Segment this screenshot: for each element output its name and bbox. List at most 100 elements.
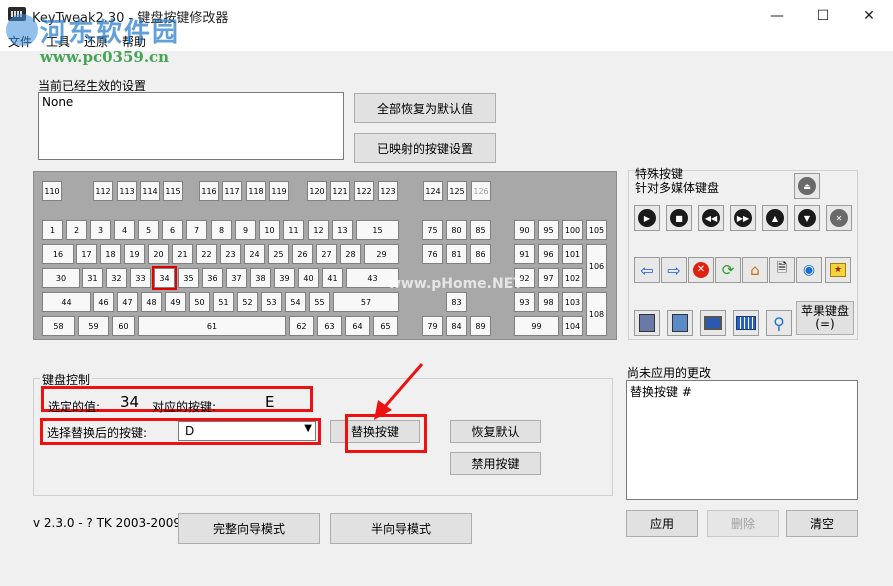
key-26[interactable]: 26 (292, 244, 313, 264)
restore-default-button[interactable]: 恢复默认 (450, 420, 541, 443)
key-37[interactable]: 37 (226, 268, 247, 288)
key-22[interactable]: 22 (196, 244, 217, 264)
key-121[interactable]: 121 (330, 181, 350, 201)
key-90[interactable]: 90 (514, 220, 535, 240)
browser-refresh-button[interactable]: ⟳ (715, 257, 741, 283)
apply-button[interactable]: 应用 (626, 510, 698, 537)
key-120[interactable]: 120 (307, 181, 327, 201)
browser-search-button[interactable]: 🗎 (769, 257, 795, 283)
key-13[interactable]: 13 (332, 220, 353, 240)
key-54[interactable]: 54 (285, 292, 306, 312)
key-52[interactable]: 52 (237, 292, 258, 312)
minimize-button[interactable]: — (754, 0, 800, 31)
browser-home-button[interactable]: ⌂ (742, 257, 768, 283)
browser-stop-button[interactable]: ✕ (688, 257, 714, 283)
key-23[interactable]: 23 (220, 244, 241, 264)
calculator-button[interactable] (733, 310, 759, 336)
key-61[interactable]: 61 (138, 316, 286, 336)
key-31[interactable]: 31 (82, 268, 103, 288)
apple-keyboard-button[interactable]: 苹果键盘 (=) (796, 301, 854, 335)
key-95[interactable]: 95 (538, 220, 559, 240)
key-59[interactable]: 59 (78, 316, 109, 336)
key-16[interactable]: 16 (42, 244, 74, 264)
key-101[interactable]: 101 (562, 244, 583, 264)
media-play-button[interactable]: ▶ (634, 205, 660, 231)
browser-back-button[interactable]: ⇦ (634, 257, 660, 283)
key-46[interactable]: 46 (93, 292, 114, 312)
pending-changes-box[interactable]: 替换按键 # (626, 380, 858, 500)
mute-button[interactable]: ✕ (826, 205, 852, 231)
key-19[interactable]: 19 (124, 244, 145, 264)
key-4[interactable]: 4 (114, 220, 135, 240)
browser-forward-button[interactable]: ⇨ (661, 257, 687, 283)
key-34[interactable]: 34 (152, 266, 177, 290)
key-27[interactable]: 27 (316, 244, 337, 264)
key-5[interactable]: 5 (138, 220, 159, 240)
key-81[interactable]: 81 (446, 244, 467, 264)
key-112[interactable]: 112 (93, 181, 113, 201)
key-60[interactable]: 60 (112, 316, 135, 336)
key-62[interactable]: 62 (289, 316, 314, 336)
key-36[interactable]: 36 (202, 268, 223, 288)
eject-button[interactable]: ⏏ (794, 173, 820, 199)
key-122[interactable]: 122 (354, 181, 374, 201)
close-button[interactable]: ✕ (846, 0, 892, 31)
key-33[interactable]: 33 (130, 268, 151, 288)
key-91[interactable]: 91 (514, 244, 535, 264)
media-next-button[interactable]: ▶▶ (730, 205, 756, 231)
key-118[interactable]: 118 (246, 181, 266, 201)
key-100[interactable]: 100 (562, 220, 583, 240)
key-49[interactable]: 49 (165, 292, 186, 312)
key-35[interactable]: 35 (178, 268, 199, 288)
key-116[interactable]: 116 (199, 181, 219, 201)
key-113[interactable]: 113 (117, 181, 137, 201)
restore-all-button[interactable]: 全部恢复为默认值 (354, 93, 496, 123)
media-prev-button[interactable]: ◀◀ (698, 205, 724, 231)
key-97[interactable]: 97 (538, 268, 559, 288)
key-96[interactable]: 96 (538, 244, 559, 264)
browser-favorites-button[interactable]: ◉ (796, 257, 822, 283)
key-51[interactable]: 51 (213, 292, 234, 312)
volume-up-button[interactable]: ▲ (762, 205, 788, 231)
replace-key-select[interactable]: D ▼ (178, 421, 316, 441)
key-117[interactable]: 117 (222, 181, 242, 201)
key-7[interactable]: 7 (186, 220, 207, 240)
current-settings-box[interactable]: None (38, 92, 344, 160)
key-76[interactable]: 76 (422, 244, 443, 264)
key-80[interactable]: 80 (446, 220, 467, 240)
volume-down-button[interactable]: ▼ (794, 205, 820, 231)
key-18[interactable]: 18 (100, 244, 121, 264)
key-65[interactable]: 65 (373, 316, 398, 336)
key-64[interactable]: 64 (345, 316, 370, 336)
key-50[interactable]: 50 (189, 292, 210, 312)
key-105[interactable]: 105 (586, 220, 607, 240)
key-106[interactable]: 106 (586, 244, 607, 288)
clear-button[interactable]: 清空 (786, 510, 858, 537)
maximize-button[interactable]: ☐ (800, 0, 846, 31)
key-3[interactable]: 3 (90, 220, 111, 240)
key-6[interactable]: 6 (162, 220, 183, 240)
key-110[interactable]: 110 (42, 181, 62, 201)
key-93[interactable]: 93 (514, 292, 535, 312)
key-1[interactable]: 1 (42, 220, 63, 240)
mail-button[interactable] (667, 310, 693, 336)
key-75[interactable]: 75 (422, 220, 443, 240)
browser-star-button[interactable]: ★ (825, 257, 851, 283)
key-11[interactable]: 11 (283, 220, 304, 240)
key-102[interactable]: 102 (562, 268, 583, 288)
key-85[interactable]: 85 (470, 220, 491, 240)
mapped-keys-button[interactable]: 已映射的按键设置 (354, 133, 496, 163)
key-28[interactable]: 28 (340, 244, 361, 264)
key-83[interactable]: 83 (446, 292, 467, 312)
key-25[interactable]: 25 (268, 244, 289, 264)
key-55[interactable]: 55 (309, 292, 330, 312)
delete-button[interactable]: 删除 (707, 510, 779, 537)
key-104[interactable]: 104 (562, 316, 583, 336)
key-89[interactable]: 89 (470, 316, 491, 336)
key-48[interactable]: 48 (141, 292, 162, 312)
key-86[interactable]: 86 (470, 244, 491, 264)
key-57[interactable]: 57 (333, 292, 399, 312)
search-button[interactable]: ⚲ (766, 310, 792, 336)
key-2[interactable]: 2 (66, 220, 87, 240)
key-123[interactable]: 123 (378, 181, 398, 201)
